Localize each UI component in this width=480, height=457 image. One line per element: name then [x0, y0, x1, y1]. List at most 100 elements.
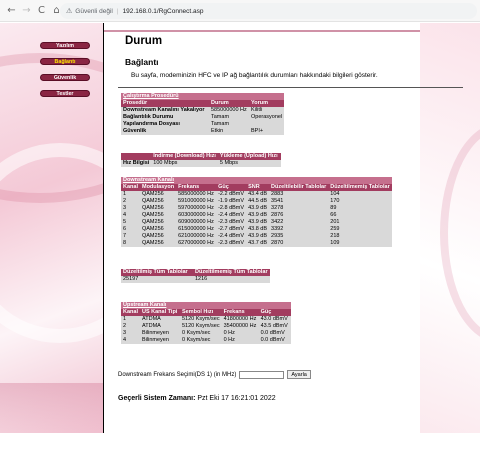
table-cell [121, 153, 152, 160]
table-cell: 4 [121, 337, 140, 344]
table-cell: 41800000 Hz [221, 316, 259, 323]
downstream-channel-table: Downstream Kanalı Kanal Modulasyon Frekans G… [121, 177, 392, 247]
table-cell: 6 [121, 226, 140, 233]
table-cell: 3278 [269, 205, 329, 212]
table-cell: Durum [209, 100, 249, 107]
table-header-row: İndirme (Download) Hızı Yükleme (Upload) … [121, 153, 281, 160]
table-row: Hız Bilgisi 100 Mbps 5 Mbps [121, 160, 281, 167]
table-cell: QAM256 [139, 219, 177, 226]
table-row: Downstream Kanalını Yakalıyor 585000000 H… [121, 107, 285, 114]
table-cell: 109 [328, 240, 392, 247]
back-button[interactable]: ← [4, 0, 19, 22]
table-cell: Düzeltilebilir Tablolar [269, 184, 329, 191]
table-cell: 8 [121, 240, 140, 247]
table-cell: Prosedür [121, 100, 209, 107]
table-cell: 3422 [269, 219, 329, 226]
table-cell: 104 [328, 191, 392, 198]
page-body: Yazılım Bağlantı Güvenlik Testler Durum Bağ… [0, 23, 480, 457]
table-cell: 43.8 dB [246, 226, 270, 233]
table-cell: -2.4 dBmV [216, 233, 247, 240]
table-cell [249, 121, 285, 128]
frequency-label: Downstream Frekans Seçimi(DS 1) (in MHz) [118, 371, 237, 378]
table-cell: 35400000 Hz [221, 323, 259, 330]
table-cell: 615000000 Hz [176, 226, 217, 233]
set-frequency-button[interactable]: Ayarla [287, 370, 311, 379]
table-cell: QAM256 [139, 212, 177, 219]
table-row: 6 QAM256 615000000 Hz -2.7 dBmV 43.8 dB 3392 2… [121, 226, 392, 233]
frequency-form: Downstream Frekans Seçimi(DS 1) (in MHz)… [118, 370, 311, 379]
startup-procedure-table: Çalıştırma Prosedürü Prosedür Durum Yorum Do… [121, 93, 285, 135]
table-cell: 100 Mbps [151, 160, 218, 167]
system-time: Geçerli Sistem Zamanı: Pzt Eki 17 16:21:… [118, 395, 276, 402]
table-cell: 5120 Ksym/sec [179, 323, 222, 330]
table-header-row: Downstream Kanalı [121, 177, 392, 184]
table-cell: SNR [246, 184, 270, 191]
right-decoration [420, 23, 480, 433]
table-cell: Düzeltilmemiş Tablolar [328, 184, 392, 191]
table-header-row: Kanal Modulasyon Frekans Güç SNR Düzeltilebil… [121, 184, 392, 191]
system-time-label: Geçerli Sistem Zamanı: [118, 395, 196, 402]
table-cell: 43.9 dB [246, 205, 270, 212]
table-cell: -2.2 dBmV [216, 191, 247, 198]
table-row: 2 ATDMA 5120 Ksym/sec 35400000 Hz 43.5 dBmV [121, 323, 291, 330]
table-row: 5 QAM256 609000000 Hz -2.3 dBmV 43.9 dB 3422 2… [121, 219, 392, 226]
warning-icon[interactable]: ⚠ [66, 7, 72, 15]
table-cell: -2.8 dBmV [216, 205, 247, 212]
table-cell: 44.5 dB [246, 198, 270, 205]
table-cell: QAM256 [139, 226, 177, 233]
table-header-row: Prosedür Durum Yorum [121, 100, 285, 107]
table-cell: BPI+ [249, 128, 285, 135]
table-cell: Frekans [221, 309, 259, 316]
table-cell: Çalıştırma Prosedürü [121, 93, 285, 100]
system-time-value: Pzt Eki 17 16:21:01 2022 [197, 395, 276, 402]
table-cell: Yükleme (Upload) Hızı [217, 153, 281, 160]
menu-item-0[interactable]: Yazılım [40, 42, 90, 49]
table-row: 25197 1216 [121, 276, 270, 283]
table-cell: Sembol Hızı [179, 309, 222, 316]
table-cell: 1216 [193, 276, 270, 283]
browser-toolbar: ← → C ⌂ ⚠ Güvenli değil | 192.168.0.1/Rg… [0, 0, 480, 22]
reload-button[interactable]: C [34, 0, 49, 22]
forward-button[interactable]: → [19, 0, 34, 22]
menu-item-2[interactable]: Güvenlik [40, 74, 90, 81]
table-cell: 585000000 Hz [209, 107, 249, 114]
table-header-row: Çalıştırma Prosedürü [121, 93, 285, 100]
table-cell: 43.9 dB [246, 212, 270, 219]
table-cell: 25197 [121, 276, 193, 283]
table-cell: 43.7 dB [246, 240, 270, 247]
table-cell: Upstream Kanalı [121, 302, 291, 309]
table-cell: 585000000 Hz [176, 191, 217, 198]
table-cell: Tamam [209, 121, 249, 128]
decorative-swirl [440, 123, 480, 343]
table-cell: Downstream Kanalını Yakalıyor [121, 107, 209, 114]
table-cell: 0 Hz [221, 330, 259, 337]
table-cell: 1 [121, 191, 140, 198]
url-text[interactable]: 192.168.0.1/RgConnect.asp [123, 8, 204, 15]
left-navigation-panel: Yazılım Bağlantı Güvenlik Testler [0, 23, 104, 433]
security-label[interactable]: Güvenli değil [75, 8, 113, 15]
table-cell: QAM256 [139, 198, 177, 205]
table-cell: -1.9 dBmV [216, 198, 247, 205]
table-cell: -2.3 dBmV [216, 219, 247, 226]
table-cell: 621000000 Hz [176, 233, 217, 240]
table-cell: Bağlantılık Durumu [121, 114, 209, 121]
table-cell: Hız Bilgisi [121, 160, 152, 167]
table-cell: Bilinmeyen [139, 337, 180, 344]
table-header-row: Upstream Kanalı [121, 302, 291, 309]
table-cell: 89 [328, 205, 392, 212]
page-description: Bu sayfa, modeminizin HFC ve IP ağ bağla… [131, 72, 378, 79]
table-row: 3 QAM256 597000000 Hz -2.8 dBmV 43.9 dB 3278 8… [121, 205, 392, 212]
frequency-input[interactable] [239, 370, 285, 379]
table-cell: İndirme (Download) Hızı [151, 153, 218, 160]
table-cell: 609000000 Hz [176, 219, 217, 226]
table-cell: Operasyonel [249, 114, 285, 121]
menu-item-3[interactable]: Testler [40, 90, 90, 97]
table-row: Bağlantılık Durumu Tamam Operasyonel [121, 114, 285, 121]
table-cell: Güç [216, 184, 247, 191]
side-menu: Yazılım Bağlantı Güvenlik Testler [40, 42, 90, 106]
table-row: 3 Bilinmeyen 0 Ksym/sec 0 Hz 0.0 dBmV [121, 330, 291, 337]
address-bar[interactable]: ⚠ Güvenli değil | 192.168.0.1/RgConnect.… [60, 3, 477, 19]
table-cell: 591000000 Hz [176, 198, 217, 205]
upstream-channel-table: Upstream Kanalı Kanal US Kanal Tipi Sembol … [121, 302, 291, 344]
menu-item-1[interactable]: Bağlantı [40, 58, 90, 65]
